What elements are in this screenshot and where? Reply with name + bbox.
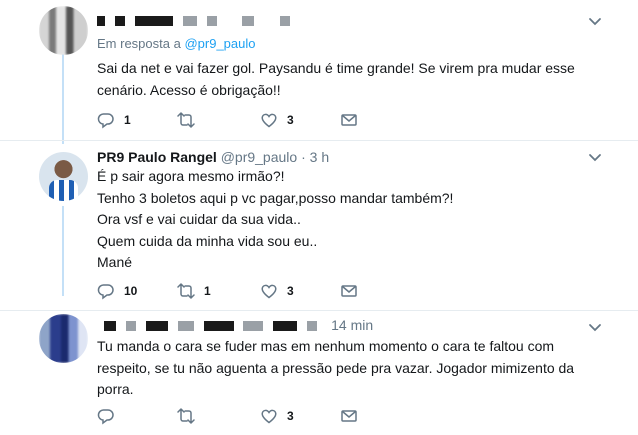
separator: · <box>301 149 306 165</box>
retweet-icon <box>177 112 195 128</box>
message-icon <box>341 410 357 422</box>
tweet-header: PR9 Paulo Rangel @pr9_paulo · 3 h <box>97 149 329 165</box>
like-button[interactable]: 3 <box>260 110 294 130</box>
timestamp[interactable]: 14 min <box>331 317 373 333</box>
direct-message-button[interactable] <box>340 281 358 301</box>
reply-button[interactable] <box>97 406 124 426</box>
like-count: 3 <box>287 113 294 127</box>
reply-count: 10 <box>124 284 138 298</box>
display-name[interactable]: PR9 Paulo Rangel <box>97 149 217 165</box>
tweet-text-line: Quem cuida da minha vida sou eu.. <box>97 232 318 249</box>
like-count: 3 <box>287 284 294 298</box>
user-handle[interactable]: @pr9_paulo <box>221 149 298 165</box>
tweet-text-line: Ora vsf e vai cuidar da sua vida.. <box>97 211 301 227</box>
retweet-icon <box>177 283 195 299</box>
like-icon <box>261 284 277 299</box>
tweet-reply-3[interactable]: 14 min Tu manda o cara se fuder mas em n… <box>0 310 638 435</box>
direct-message-button[interactable] <box>340 406 358 426</box>
tweet-header-redacted: 14 min <box>104 317 373 333</box>
reply-icon <box>97 409 114 425</box>
retweet-button[interactable] <box>177 406 204 426</box>
avatar[interactable] <box>39 314 88 363</box>
retweet-count: 1 <box>204 284 211 298</box>
tweet-text: É p sair agora mesmo irmão?! Tenho 3 bol… <box>97 166 453 274</box>
retweet-button[interactable] <box>177 110 204 130</box>
avatar[interactable] <box>39 152 88 201</box>
message-icon <box>341 285 357 297</box>
tweet-reply-2[interactable]: PR9 Paulo Rangel @pr9_paulo · 3 h É p sa… <box>0 140 638 310</box>
tweet-reply-1[interactable]: Em resposta a @pr9_paulo Sai da net e va… <box>0 0 638 140</box>
message-icon <box>341 114 357 126</box>
avatar[interactable] <box>39 6 88 55</box>
tweet-text-line: Tu manda o cara se fuder mas em nenhum m… <box>97 338 555 354</box>
chevron-down-icon[interactable] <box>588 14 602 28</box>
reply-button[interactable]: 1 <box>97 110 131 130</box>
tweet-text-line: É p sair agora mesmo irmão?! <box>97 168 285 184</box>
reply-icon <box>97 113 114 129</box>
reply-count: 1 <box>124 113 131 127</box>
tweet-text-line: cenário. Acesso é obrigação!! <box>97 81 281 98</box>
like-button[interactable]: 3 <box>260 406 294 426</box>
like-icon <box>261 113 277 128</box>
retweet-button[interactable]: 1 <box>177 281 211 301</box>
tweet-text-line: Sai da net e vai fazer gol. Paysandu é t… <box>97 60 575 76</box>
reply-button[interactable]: 10 <box>97 281 137 301</box>
like-count: 3 <box>287 409 294 423</box>
like-button[interactable]: 3 <box>260 281 294 301</box>
like-icon <box>261 409 277 424</box>
tweet-text: Sai da net e vai fazer gol. Paysandu é t… <box>97 58 575 101</box>
direct-message-button[interactable] <box>340 110 358 130</box>
timestamp[interactable]: 3 h <box>310 149 329 165</box>
reply-icon <box>97 284 114 300</box>
tweet-text-line: Tenho 3 boletos aqui p vc pagar,posso ma… <box>97 189 454 206</box>
replying-mention-link[interactable]: @pr9_paulo <box>184 36 255 51</box>
tweet-header-redacted <box>97 12 296 28</box>
replying-prefix: Em resposta a <box>97 36 181 51</box>
tweet-text-line: respeito, se tu não aguenta a pressão pe… <box>97 359 575 376</box>
replying-to: Em resposta a @pr9_paulo <box>97 36 255 51</box>
chevron-down-icon[interactable] <box>588 150 602 164</box>
chevron-down-icon[interactable] <box>588 320 602 334</box>
tweet-text-line: Mané <box>97 254 133 270</box>
tweet-text: Tu manda o cara se fuder mas em nenhum m… <box>97 336 574 401</box>
tweet-text-line: porra. <box>97 381 134 397</box>
retweet-icon <box>177 408 195 424</box>
